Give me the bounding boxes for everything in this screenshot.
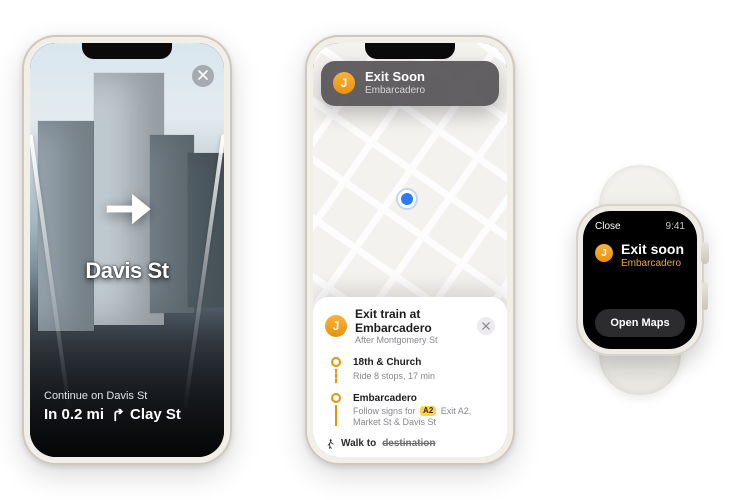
direction-arrow-icon [100, 182, 154, 236]
toast-title: Exit Soon [365, 70, 425, 85]
current-street-label: Davis St [85, 258, 168, 284]
transit-steps: 18th & Church Ride 8 stops, 17 min Embar… [325, 353, 495, 432]
line-badge: J [333, 72, 355, 94]
iphone-notch [82, 43, 172, 59]
close-icon [482, 317, 490, 335]
step-title: Embarcadero [353, 393, 495, 406]
walk-icon [325, 439, 335, 449]
close-icon [198, 67, 208, 85]
notification-subtitle: Embarcadero [621, 258, 684, 269]
ride-info: Ride 8 stops, 17 min [353, 371, 495, 382]
iphone-transit-map: J Exit Soon Embarcadero J Exit train at … [305, 35, 515, 465]
side-button[interactable] [702, 282, 708, 310]
turn-right-icon [110, 408, 124, 422]
iphone-notch [365, 43, 455, 59]
next-street: Clay St [130, 406, 181, 423]
transit-step: Embarcadero Follow signs for A2 Exit A2,… [329, 389, 495, 432]
iphone-ar-navigation: Davis St Continue on Davis St In 0.2 mi … [22, 35, 232, 465]
next-distance: In 0.2 mi [44, 406, 104, 423]
walk-label: Walk to [341, 438, 376, 449]
card-title: Exit train at Embarcadero [355, 307, 469, 335]
stop-node-icon [331, 357, 341, 367]
watch-case: Close 9:41 J Exit soon Embarcadero Open … [576, 204, 704, 356]
time-label: 9:41 [666, 221, 685, 232]
map-screen: J Exit Soon Embarcadero J Exit train at … [313, 43, 507, 457]
close-button[interactable] [192, 65, 214, 87]
stop-node-icon [331, 393, 341, 403]
transit-step: 18th & Church Ride 8 stops, 17 min [329, 353, 495, 389]
transit-card[interactable]: J Exit train at Embarcadero After Montgo… [313, 297, 507, 457]
user-location-dot [401, 193, 413, 205]
next-instruction: In 0.2 mi Clay St [44, 406, 210, 423]
close-card-button[interactable] [477, 317, 495, 335]
exit-notification-toast[interactable]: J Exit Soon Embarcadero [321, 61, 499, 106]
device-lineup: Davis St Continue on Davis St In 0.2 mi … [0, 0, 750, 500]
step-desc: Follow signs for A2 Exit A2, Market St &… [353, 406, 495, 429]
watch-notification: J Exit soon Embarcadero [595, 242, 685, 269]
apple-watch: Close 9:41 J Exit soon Embarcadero Open … [550, 165, 730, 395]
watch-screen: Close 9:41 J Exit soon Embarcadero Open … [583, 211, 697, 349]
line-badge: J [325, 315, 347, 337]
continue-instruction: Continue on Davis St [44, 390, 210, 402]
walk-destination: destination [382, 438, 435, 449]
ar-footer: Continue on Davis St In 0.2 mi Clay St [30, 374, 224, 457]
notification-title: Exit soon [621, 242, 684, 257]
close-button[interactable]: Close [595, 221, 621, 232]
exit-tag: A2 [420, 406, 436, 416]
card-subtitle: After Montgomery St [355, 335, 469, 345]
line-badge: J [595, 244, 613, 262]
ar-screen: Davis St Continue on Davis St In 0.2 mi … [30, 43, 224, 457]
digital-crown[interactable] [701, 242, 709, 264]
walk-step: Walk to destination [325, 438, 495, 449]
open-maps-button[interactable]: Open Maps [595, 309, 685, 337]
toast-subtitle: Embarcadero [365, 85, 425, 97]
step-title: 18th & Church [353, 357, 495, 370]
